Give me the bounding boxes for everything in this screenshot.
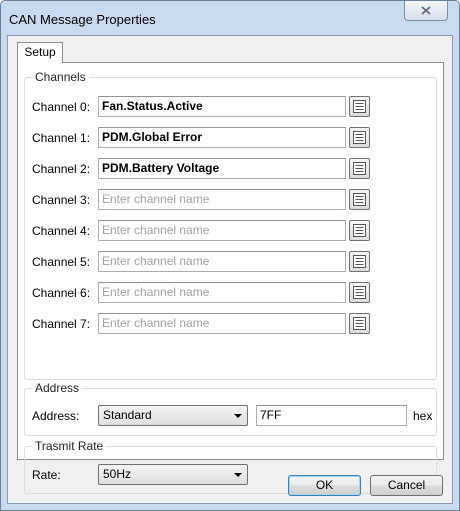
list-icon	[353, 224, 366, 237]
channel-7-browse-button[interactable]	[349, 313, 370, 334]
address-label: Address:	[32, 409, 80, 423]
channel-6-browse-button[interactable]	[349, 282, 370, 303]
channel-3-label: Channel 3:	[32, 193, 91, 207]
close-button[interactable]	[404, 1, 448, 21]
channel-2-browse-button[interactable]	[349, 158, 370, 179]
transmit-rate-group-title: Trasmit Rate	[32, 439, 107, 453]
address-type-value: Standard	[103, 408, 152, 422]
title-bar: CAN Message Properties	[1, 1, 459, 35]
chevron-down-icon	[234, 473, 242, 477]
setup-tab-pane: Channels Channel 0: Fan.Status.Active Chan…	[17, 62, 444, 494]
list-icon	[353, 100, 366, 113]
channel-7-label: Channel 7:	[32, 317, 91, 331]
channel-5-label: Channel 5:	[32, 255, 91, 269]
channel-6-input[interactable]: Enter channel name	[98, 282, 346, 303]
channel-2-label: Channel 2:	[32, 162, 91, 176]
channel-4-browse-button[interactable]	[349, 220, 370, 241]
rate-value: 50Hz	[103, 467, 132, 481]
dialog-client-area: Setup Channels Channel 0: Fan.Status.Acti…	[7, 35, 453, 504]
rate-select[interactable]: 50Hz	[98, 464, 248, 485]
channel-5-input[interactable]: Enter channel name	[98, 251, 346, 272]
window-title: CAN Message Properties	[9, 12, 156, 27]
channel-3-browse-button[interactable]	[349, 189, 370, 210]
channel-4-label: Channel 4:	[32, 224, 91, 238]
channels-group-title: Channels	[32, 70, 89, 84]
rate-label: Rate:	[32, 468, 61, 482]
channel-0-input[interactable]: Fan.Status.Active	[98, 96, 346, 117]
list-icon	[353, 131, 366, 144]
close-icon	[421, 6, 431, 15]
ok-button[interactable]: OK	[288, 475, 361, 496]
channel-4-input[interactable]: Enter channel name	[98, 220, 346, 241]
address-hex-label: hex	[413, 409, 433, 423]
list-icon	[353, 286, 366, 299]
channel-6-label: Channel 6:	[32, 286, 91, 300]
list-icon	[353, 162, 366, 175]
channel-1-browse-button[interactable]	[349, 127, 370, 148]
channel-0-browse-button[interactable]	[349, 96, 370, 117]
channel-1-label: Channel 1:	[32, 131, 91, 145]
list-icon	[353, 255, 366, 268]
cancel-button[interactable]: Cancel	[370, 475, 443, 496]
dialog-window: CAN Message Properties Setup Channels Ch…	[0, 0, 460, 511]
tab-setup[interactable]: Setup	[17, 42, 63, 63]
list-icon	[353, 193, 366, 206]
channel-1-input[interactable]: PDM.Global Error	[98, 127, 346, 148]
channel-7-input[interactable]: Enter channel name	[98, 313, 346, 334]
channel-0-label: Channel 0:	[32, 100, 91, 114]
address-type-select[interactable]: Standard	[98, 405, 248, 426]
address-group-title: Address	[32, 381, 83, 395]
chevron-down-icon	[234, 414, 242, 418]
list-icon	[353, 317, 366, 330]
address-input[interactable]: 7FF	[256, 405, 407, 426]
channel-5-browse-button[interactable]	[349, 251, 370, 272]
channel-2-input[interactable]: PDM.Battery Voltage	[98, 158, 346, 179]
channel-3-input[interactable]: Enter channel name	[98, 189, 346, 210]
